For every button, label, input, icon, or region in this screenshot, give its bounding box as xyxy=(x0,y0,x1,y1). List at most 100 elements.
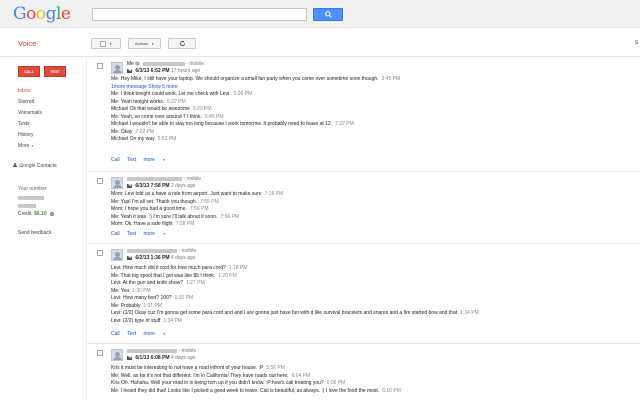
more-link[interactable]: more ▼ xyxy=(144,331,172,337)
conversation-phone-type: - mobile xyxy=(186,61,205,67)
message: Kris Oh. Hahaha. Well your road in is be… xyxy=(111,380,346,386)
chevron-down-icon: ▼ xyxy=(109,41,112,46)
sidebar-item-inbox[interactable]: Inbox xyxy=(18,88,30,94)
conversation-meta: 6/3/13 7:58 PM 2 days ago xyxy=(127,183,195,189)
message: Michael I wouldn't be able to stay too l… xyxy=(111,121,354,127)
message: Kris it must be interesting to not have … xyxy=(111,365,285,371)
sidebar-item-texts[interactable]: Texts xyxy=(18,121,30,127)
message-list: Mom: Levi told us u have a ride from air… xyxy=(111,191,283,229)
conversation-meta: 6/2/13 1:36 PM 4 days ago xyxy=(127,255,195,261)
phone-number-redacted xyxy=(18,195,44,201)
conversation-list: Me to - mobile 6/3/13 6:52 PM 17 hours a… xyxy=(86,58,640,400)
avatar xyxy=(111,177,123,189)
conversation-time: 6/3/13 6:52 PM xyxy=(135,68,170,74)
your-number-label: Your number xyxy=(18,186,47,192)
conversation-item[interactable]: Me to - mobile 6/3/13 6:52 PM 17 hours a… xyxy=(87,58,640,172)
conversation-header: - mobile xyxy=(127,348,196,354)
message: Me: Yup! I'm all set. Thank you though. 7… xyxy=(111,198,219,205)
sidebar-item-more-label: More xyxy=(18,143,30,149)
message: Levi: How many feet? 100? 1:31 PM xyxy=(111,295,194,301)
message: Me: I heard they did that! Looks like I … xyxy=(111,387,401,394)
call-button[interactable]: CALL xyxy=(18,66,40,77)
show-more-link[interactable]: 1more message Show 5 more xyxy=(111,84,400,92)
settings-link[interactable]: S xyxy=(635,40,638,46)
message: Mom: I hope you had a good time. 7:56 PM xyxy=(111,206,209,212)
search-input[interactable] xyxy=(92,8,307,21)
google-contacts-link[interactable]: Google Contacts xyxy=(13,163,57,169)
conversation-item[interactable]: - mobile 6/2/13 1:36 PM 4 days ago Levi:… xyxy=(87,245,640,344)
call-link[interactable]: Call xyxy=(111,231,120,237)
search-icon xyxy=(324,11,332,18)
conversation-item[interactable]: - mobile 6/3/13 7:58 PM 2 days ago Mom: … xyxy=(87,173,640,244)
conversation-header: Me to - mobile xyxy=(127,61,204,67)
text-button[interactable]: TEXT xyxy=(44,66,66,77)
message: Levi: At the gun and knife show? 1:27 PM xyxy=(111,280,205,286)
select-dropdown[interactable]: ▼ xyxy=(91,38,121,49)
text-link[interactable]: Text xyxy=(127,331,136,337)
sms-icon xyxy=(127,255,132,260)
conversation-phone-type: - mobile xyxy=(178,348,197,354)
conversation-checkbox[interactable] xyxy=(97,63,103,69)
credit-value: $6.10 xyxy=(34,211,47,217)
message: Me: Okay 7:22 PM xyxy=(111,128,155,135)
conversation-checkbox[interactable] xyxy=(97,350,103,356)
conversation-item[interactable]: - mobile 6/1/13 6:08 PM 4 days ago Kris … xyxy=(87,345,640,400)
product-title: Voice xyxy=(18,39,37,48)
search-button[interactable] xyxy=(313,8,343,21)
sms-icon xyxy=(127,68,132,73)
actions-label: Actions xyxy=(134,41,149,46)
google-logo[interactable]: Google xyxy=(13,4,71,24)
message-list: Me: Hey Mike, I still have your laptop. … xyxy=(111,76,400,144)
send-feedback-link[interactable]: Send feedback xyxy=(18,230,51,236)
message: Michael On my way 6:52 PM xyxy=(111,136,177,142)
avatar xyxy=(111,62,123,74)
credit-row: Credit: $6.10 + xyxy=(18,211,55,217)
add-credit-icon[interactable]: + xyxy=(50,212,55,216)
chevron-down-icon: ▼ xyxy=(161,332,166,336)
chevron-down-icon: ▼ xyxy=(161,232,166,236)
conversation-actions: Call Text more ▼ xyxy=(111,331,178,337)
top-bar: Google xyxy=(0,0,640,28)
refresh-button[interactable] xyxy=(168,38,196,49)
message: Levi: (1/2) Okay cuz I'm gonna get some … xyxy=(111,310,479,316)
sms-icon xyxy=(127,183,132,188)
phone-number-redacted-2 xyxy=(18,203,36,209)
sidebar: CALL TEXT Inbox Starred Voicemails Texts… xyxy=(0,58,85,400)
sidebar-item-starred[interactable]: Starred xyxy=(18,99,34,105)
conversation-time: 6/1/13 6:08 PM xyxy=(135,355,170,361)
conversation-ago: 4 days ago xyxy=(170,255,196,261)
conversation-ago: 4 days ago xyxy=(170,355,196,361)
sidebar-item-more[interactable]: More ▼ xyxy=(18,143,34,149)
chevron-down-icon: ▼ xyxy=(161,158,166,162)
message: Michael Ok that would be awesome 5:23 PM xyxy=(111,106,212,112)
text-link[interactable]: Text xyxy=(127,231,136,237)
conversation-ago: 2 days ago xyxy=(170,183,196,189)
conversation-meta: 6/3/13 6:52 PM 17 hours ago xyxy=(127,68,200,74)
conversation-actions: Call Text more ▼ xyxy=(111,231,178,237)
avatar xyxy=(111,249,123,261)
message: Me: Probably 1:31 PM xyxy=(111,302,163,309)
conversation-checkbox[interactable] xyxy=(97,250,103,256)
message: Me: Yeah it was. :) I'm sure I'll talk a… xyxy=(111,213,240,220)
conversation-meta: 6/1/13 6:08 PM 4 days ago xyxy=(127,355,195,361)
conversation-ago: 17 hours ago xyxy=(170,68,201,74)
google-contacts-label: Google Contacts xyxy=(19,163,57,169)
message: Me: Yeah, so come over around 7 I think.… xyxy=(111,113,224,120)
more-link[interactable]: more ▼ xyxy=(144,231,172,237)
conversation-checkbox[interactable] xyxy=(97,178,103,184)
message: Mom: Levi told us u have a ride from air… xyxy=(111,191,284,197)
call-link[interactable]: Call xyxy=(111,331,120,337)
conversation-time: 6/2/13 1:36 PM xyxy=(135,255,170,261)
conversation-header: - mobile xyxy=(127,176,201,182)
product-toolbar: Voice ▼ Actions ▼ S xyxy=(0,29,640,57)
message-list: Levi: How much did it cost for how much … xyxy=(111,265,479,325)
person-icon xyxy=(13,163,17,167)
actions-button[interactable]: Actions ▼ xyxy=(128,38,161,49)
select-all-checkbox[interactable] xyxy=(100,40,106,47)
sidebar-item-history[interactable]: History xyxy=(18,132,34,138)
sidebar-item-voicemails[interactable]: Voicemails xyxy=(18,110,42,116)
text-link[interactable]: Text xyxy=(127,157,136,163)
call-link[interactable]: Call xyxy=(111,157,120,163)
more-link[interactable]: more ▼ xyxy=(144,157,172,163)
message: Levi: How much did it cost for how much … xyxy=(111,265,248,271)
